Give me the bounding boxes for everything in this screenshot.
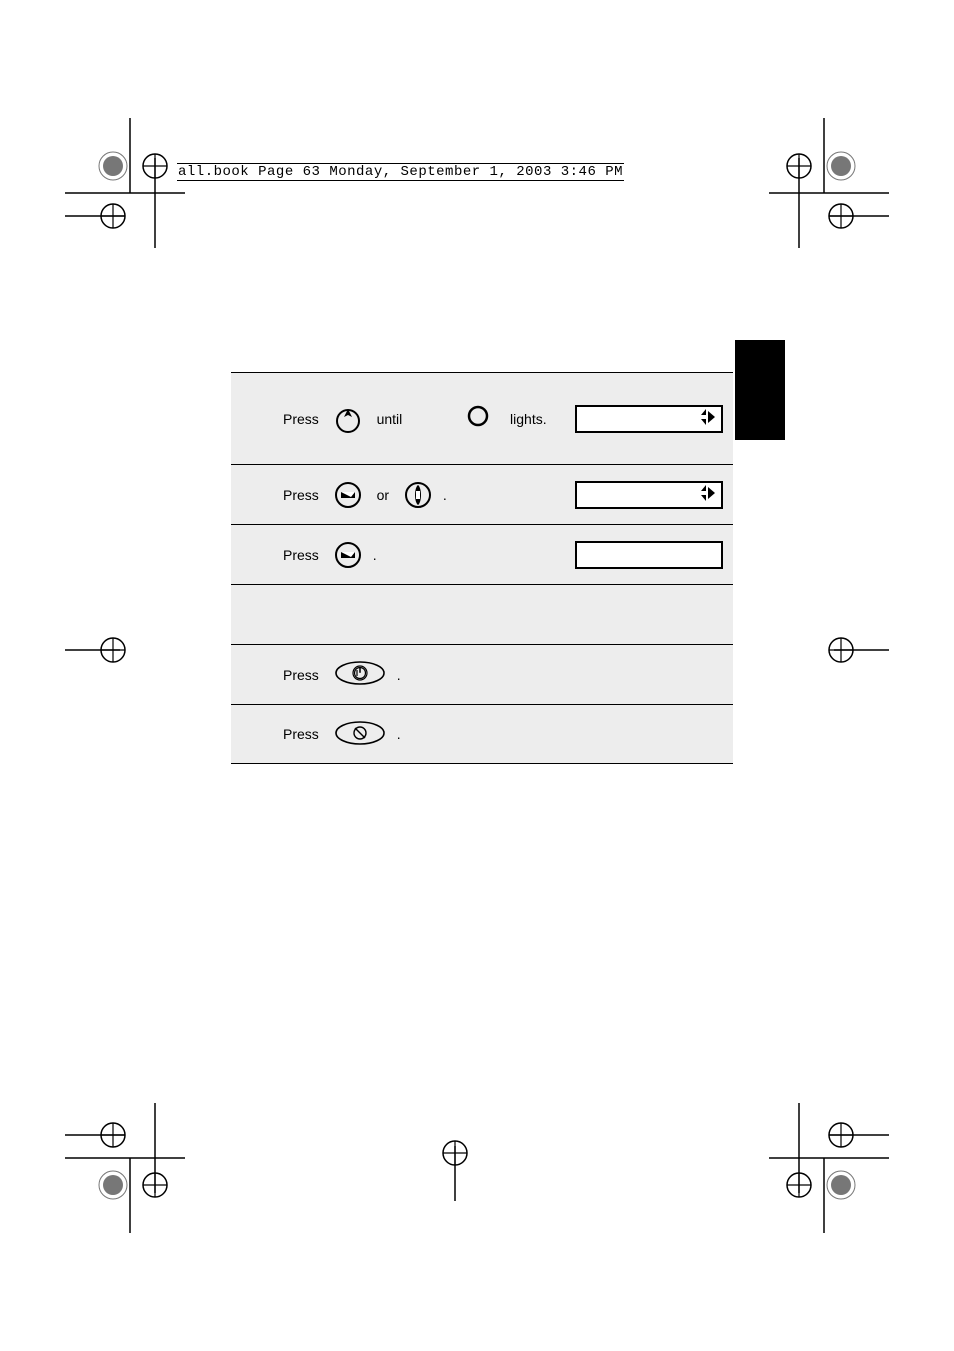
- data-icon: [403, 480, 433, 510]
- step-row-2: 2 Press or .: [231, 464, 733, 524]
- updown-arrows-icon: [695, 482, 717, 507]
- display-field: [575, 541, 723, 569]
- step-instruction: Press .: [283, 720, 723, 749]
- step-number: 5: [239, 662, 265, 688]
- side-index-tab: [735, 340, 785, 440]
- crop-mark-top-right: [769, 118, 889, 248]
- crop-mark-mid-left: [65, 625, 135, 675]
- menu-icon: [333, 540, 363, 570]
- display-field: [575, 405, 723, 433]
- func-power-icon: [333, 404, 363, 434]
- step-instruction: Press .: [283, 540, 575, 570]
- header-file-path-text: all.book Page 63 Monday, September 1, 20…: [177, 163, 624, 181]
- stop-key-icon: [333, 720, 387, 749]
- step-row-1: 1 Press until lights.: [231, 372, 733, 464]
- step-number: 4: [239, 602, 265, 628]
- crop-mark-top-left: [65, 118, 185, 248]
- step-row-4: 4: [231, 584, 733, 644]
- step-number: 2: [239, 482, 265, 508]
- led-dot-icon: [466, 404, 496, 434]
- step-instruction: Press or .: [283, 480, 575, 510]
- step-instruction: Press until lights.: [283, 404, 575, 434]
- crop-mark-bottom-left: [65, 1103, 185, 1233]
- step-row-3: 3 Press .: [231, 524, 733, 584]
- step-number: 1: [239, 406, 265, 432]
- menu-icon: [333, 480, 363, 510]
- step-instruction: Press .: [283, 660, 723, 689]
- start-key-icon: [333, 660, 387, 689]
- step-row-5: 5 Press .: [231, 644, 733, 704]
- updown-arrows-icon: [695, 406, 717, 431]
- crop-mark-bottom-right: [769, 1103, 889, 1233]
- crop-mark-mid-bottom: [430, 1131, 480, 1201]
- display-field: [575, 481, 723, 509]
- step-row-6: 6 Press .: [231, 704, 733, 764]
- crop-mark-mid-right: [819, 625, 889, 675]
- step-number: 6: [239, 721, 265, 747]
- header-file-path: all.book Page 63 Monday, September 1, 20…: [177, 163, 624, 181]
- steps-table: 1 Press until lights.: [231, 372, 733, 764]
- step-number: 3: [239, 542, 265, 568]
